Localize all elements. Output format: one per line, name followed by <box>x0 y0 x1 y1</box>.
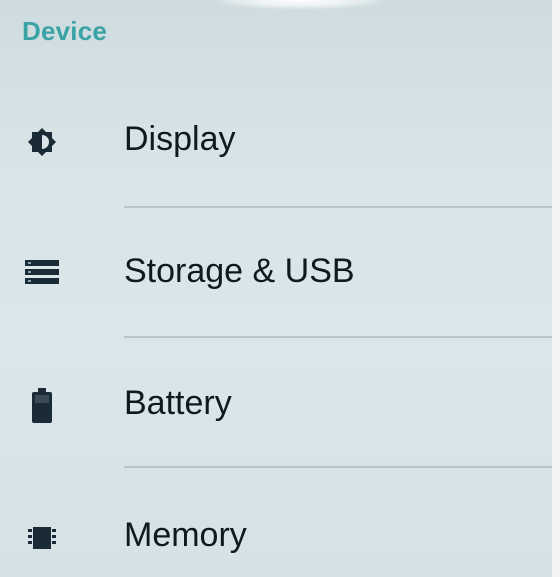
settings-item-battery[interactable]: Battery <box>0 338 552 468</box>
memory-chip-icon <box>22 518 62 558</box>
section-header-device: Device <box>22 16 108 46</box>
storage-icon <box>22 252 62 292</box>
brightness-icon <box>22 122 62 162</box>
settings-item-label: Display <box>124 120 236 158</box>
settings-item-label: Memory <box>124 516 247 554</box>
battery-icon <box>22 386 62 426</box>
settings-item-storage[interactable]: Storage & USB <box>0 208 552 338</box>
settings-item-display[interactable]: Display <box>0 76 552 206</box>
settings-item-label: Battery <box>124 384 232 422</box>
settings-screen: Device Display Storage & USB Battery Mem… <box>0 0 552 577</box>
settings-item-label: Storage & USB <box>124 252 355 290</box>
screen-glare <box>210 0 390 10</box>
settings-item-memory[interactable]: Memory <box>0 468 552 577</box>
screen-bezel-edge <box>552 0 560 577</box>
